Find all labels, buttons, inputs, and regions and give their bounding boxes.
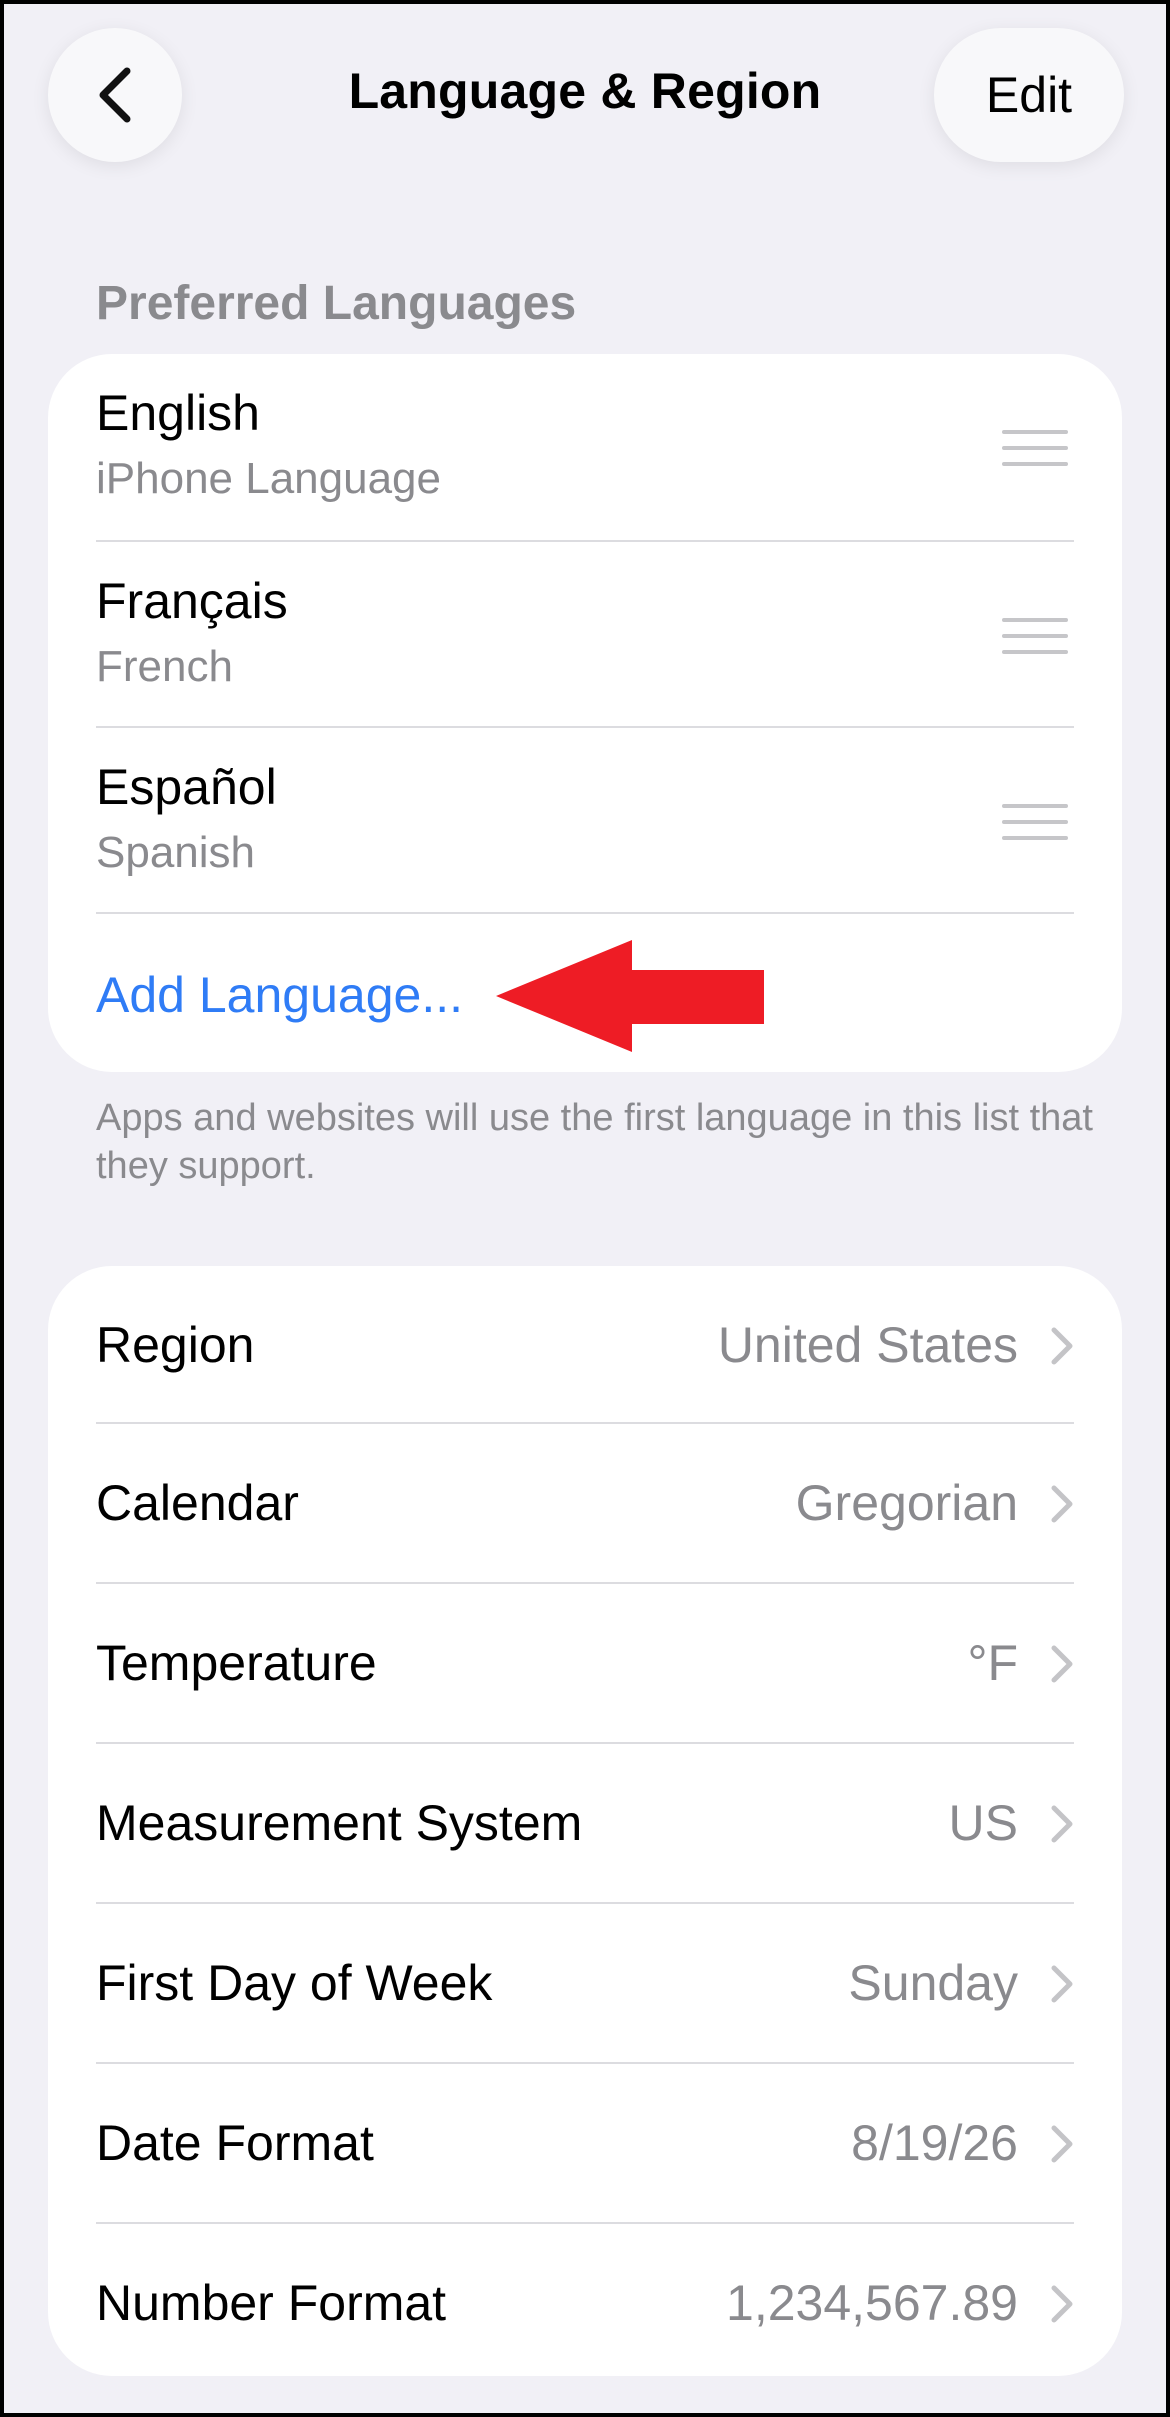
section-header-preferred-languages: Preferred Languages bbox=[96, 277, 577, 330]
languages-footer-note: Apps and websites will use the first lan… bbox=[96, 1097, 1093, 1187]
settings-row-measurement-system[interactable]: Measurement System US bbox=[96, 1744, 1074, 1902]
row-value: Sunday bbox=[848, 1955, 1018, 2011]
row-value: United States bbox=[717, 1317, 1018, 1373]
language-row-francais[interactable]: Français French bbox=[96, 542, 1074, 728]
settings-row-number-format[interactable]: Number Format 1,234,567.89 bbox=[96, 2224, 1074, 2382]
chevron-right-icon bbox=[1051, 2125, 1073, 2163]
row-value: US bbox=[948, 1795, 1018, 1851]
row-label: Temperature bbox=[96, 1635, 377, 1691]
reorder-handle-icon[interactable] bbox=[1002, 804, 1068, 840]
reorder-handle-icon[interactable] bbox=[1002, 430, 1068, 466]
row-value: Gregorian bbox=[795, 1475, 1018, 1531]
chevron-right-icon bbox=[1051, 1805, 1073, 1843]
language-name: English bbox=[96, 385, 260, 441]
row-label: First Day of Week bbox=[96, 1955, 493, 2011]
row-value: 1,234,567.89 bbox=[726, 2275, 1018, 2331]
language-name: Español bbox=[96, 759, 277, 815]
edit-button[interactable]: Edit bbox=[934, 28, 1124, 162]
annotation-arrow-icon bbox=[496, 940, 764, 1052]
settings-row-temperature[interactable]: Temperature °F bbox=[96, 1584, 1074, 1742]
row-label: Region bbox=[96, 1317, 255, 1373]
settings-row-date-format[interactable]: Date Format 8/19/26 bbox=[96, 2064, 1074, 2222]
chevron-right-icon bbox=[1051, 2285, 1073, 2323]
row-label: Number Format bbox=[96, 2275, 447, 2331]
chevron-right-icon bbox=[1051, 1485, 1073, 1523]
row-label: Calendar bbox=[96, 1475, 299, 1531]
region-settings-list: Region United States Calendar Gregorian … bbox=[48, 1266, 1122, 2376]
add-language-button[interactable]: Add Language... bbox=[96, 966, 463, 1024]
settings-row-first-day-of-week[interactable]: First Day of Week Sunday bbox=[96, 1904, 1074, 2062]
language-subtitle: French bbox=[96, 642, 233, 691]
chevron-right-icon bbox=[1051, 1965, 1073, 2003]
settings-row-calendar[interactable]: Calendar Gregorian bbox=[96, 1424, 1074, 1582]
language-row-english[interactable]: English iPhone Language bbox=[96, 354, 1074, 540]
row-value: °F bbox=[967, 1635, 1018, 1691]
row-label: Date Format bbox=[96, 2115, 374, 2171]
chevron-right-icon bbox=[1051, 1645, 1073, 1683]
row-label: Measurement System bbox=[96, 1795, 583, 1851]
row-value: 8/19/26 bbox=[851, 2115, 1018, 2171]
language-name: Français bbox=[96, 573, 288, 629]
reorder-handle-icon[interactable] bbox=[1002, 618, 1068, 654]
navigation-bar: Language & Region Edit bbox=[4, 4, 1166, 194]
language-row-espanol[interactable]: Español Spanish bbox=[96, 728, 1074, 914]
settings-row-region[interactable]: Region United States bbox=[96, 1266, 1074, 1424]
language-subtitle: Spanish bbox=[96, 828, 256, 877]
language-subtitle: iPhone Language bbox=[96, 454, 441, 503]
divider bbox=[96, 912, 1074, 914]
chevron-right-icon bbox=[1051, 1327, 1073, 1365]
